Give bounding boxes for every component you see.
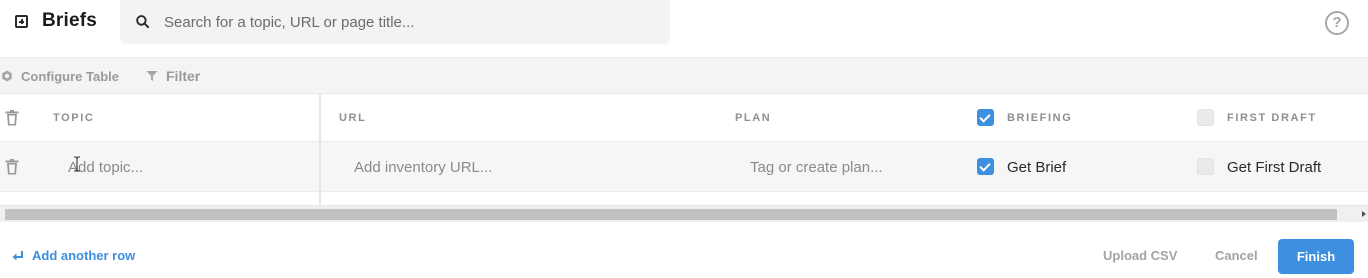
column-header-briefing[interactable]: BRIEFING (1007, 94, 1072, 142)
page-header: Briefs ? (0, 0, 1368, 44)
finish-button[interactable]: Finish (1278, 239, 1354, 274)
add-row-label: Add another row (32, 248, 136, 263)
upload-csv-button[interactable]: Upload CSV (1103, 248, 1177, 263)
get-first-draft-label: Get First Draft (1227, 158, 1322, 176)
trash-icon[interactable] (5, 110, 19, 126)
table-row: Add topic... Add inventory URL... Tag or… (0, 142, 1368, 192)
briefing-select-all-checkbox[interactable] (977, 109, 994, 126)
cancel-button[interactable]: Cancel (1215, 248, 1258, 263)
configure-table-label: Configure Table (21, 68, 119, 84)
get-brief-label: Get Brief (1007, 158, 1067, 176)
plan-input[interactable]: Tag or create plan... (750, 142, 883, 192)
filter-icon (146, 71, 158, 81)
url-input[interactable]: Add inventory URL... (354, 142, 492, 192)
table-toolbar: Configure Table Filter (0, 57, 1368, 94)
column-header-plan[interactable]: PLAN (735, 94, 771, 142)
return-arrow-icon (12, 250, 23, 260)
scroll-right-arrow-icon[interactable] (1362, 211, 1366, 217)
filter-label: Filter (166, 68, 201, 84)
delete-row-icon[interactable] (5, 159, 19, 175)
plus-square-icon (15, 15, 28, 28)
gear-icon (2, 70, 12, 82)
column-header-url[interactable]: URL (339, 94, 366, 142)
help-icon[interactable]: ? (1325, 11, 1349, 35)
search-input[interactable] (164, 0, 654, 44)
get-brief-checkbox[interactable] (977, 158, 994, 175)
column-header-first-draft[interactable]: FIRST DRAFT (1227, 94, 1317, 142)
page-title: Briefs (42, 10, 98, 31)
column-divider[interactable] (319, 94, 321, 204)
get-first-draft-checkbox[interactable] (1197, 158, 1214, 175)
filter-button[interactable]: Filter (146, 58, 200, 94)
table-footer: Add another row Upload CSV Cancel Finish (0, 232, 1368, 278)
table-header: TOPIC URL PLAN BRIEFING FIRST DRAFT (0, 94, 1368, 142)
add-row-button[interactable]: Add another row (12, 248, 135, 263)
first-draft-select-all-checkbox[interactable] (1197, 109, 1214, 126)
text-cursor-icon (74, 156, 80, 172)
scrollbar-thumb[interactable] (5, 209, 1337, 220)
search-icon (136, 15, 149, 28)
search-bar[interactable] (120, 0, 670, 44)
horizontal-scrollbar[interactable] (0, 205, 1368, 222)
configure-table-button[interactable]: Configure Table (1, 58, 119, 94)
column-header-topic[interactable]: TOPIC (53, 94, 94, 142)
